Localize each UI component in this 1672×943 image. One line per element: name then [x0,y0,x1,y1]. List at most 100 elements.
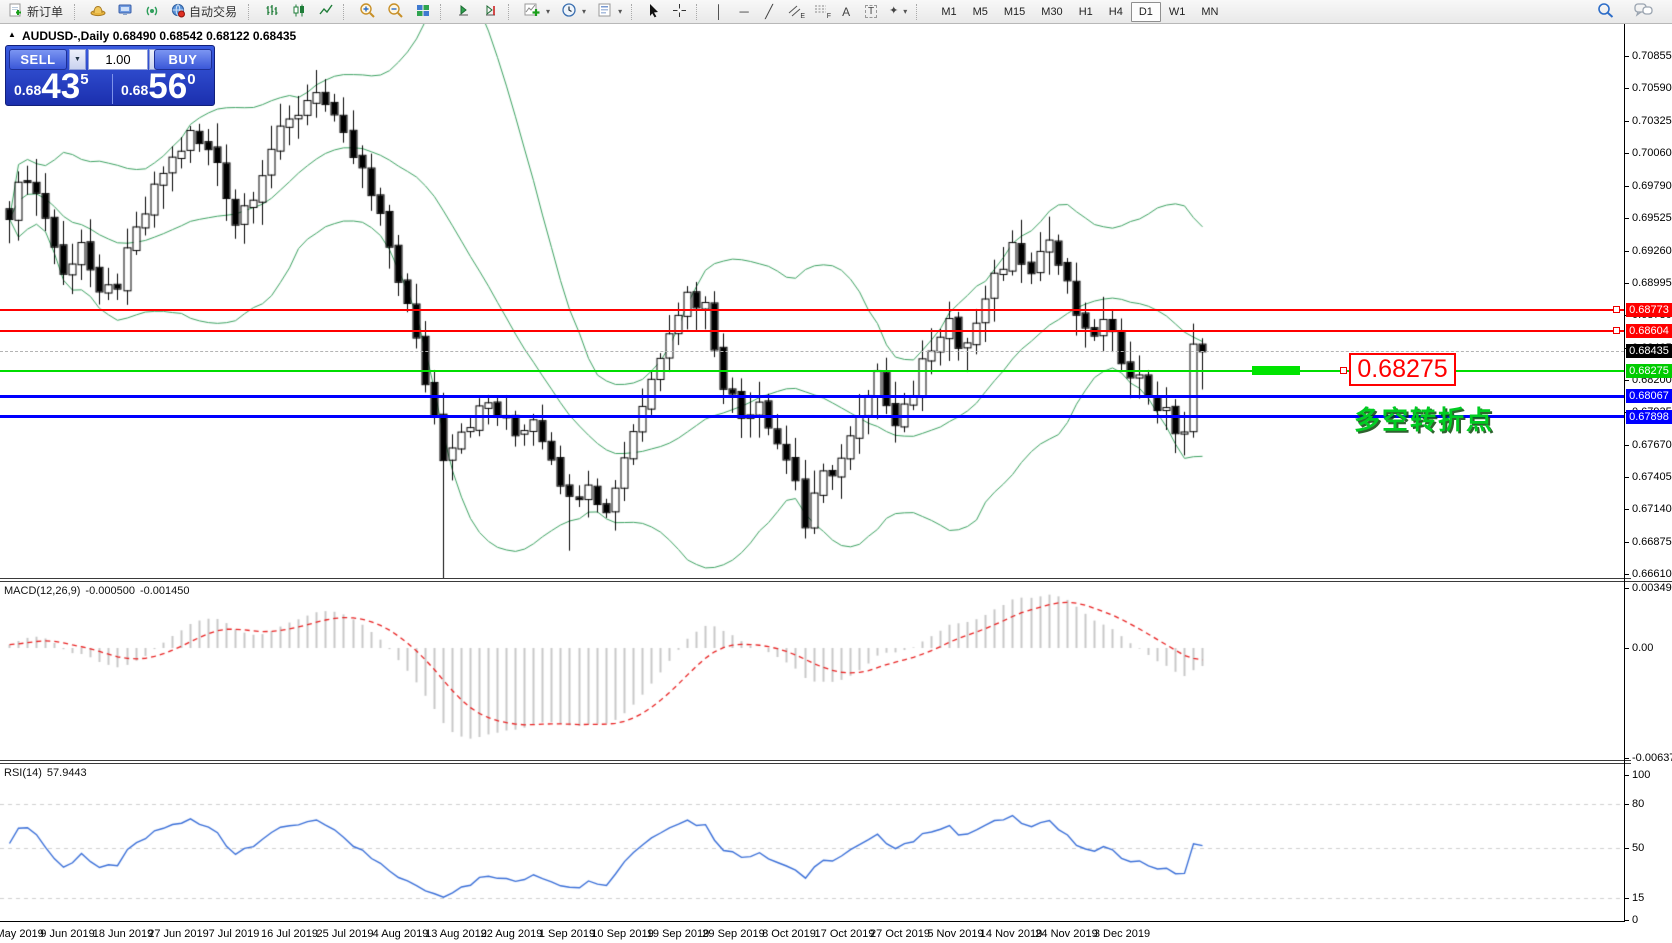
date-label: 9 Jun 2019 [40,928,94,940]
tab-period-M15[interactable]: M15 [996,2,1033,22]
price-line-0.68604[interactable] [0,330,1624,332]
axis-tick-mark [1624,251,1629,252]
arrows-button[interactable]: ✦ ▾ [884,1,912,22]
panel-divider [112,74,113,104]
tab-period-W1[interactable]: W1 [1161,2,1194,22]
sell-price[interactable]: 0.68435 [14,67,89,103]
price-callout-box[interactable]: 0.68275 [1349,353,1456,386]
axis-tick-mark [1624,758,1629,759]
price-tick: 0.67140 [1631,503,1672,515]
tab-period-H4[interactable]: H4 [1101,2,1131,22]
price-tick: 0.67670 [1631,439,1672,451]
rsi-tick: 50 [1631,842,1645,854]
text-label-button[interactable]: T [859,1,883,22]
macd-canvas[interactable] [0,582,1624,760]
autotrading-label: 自动交易 [189,3,237,20]
axis-tick-mark [1624,542,1629,543]
tab-period-H1[interactable]: H1 [1071,2,1101,22]
search-button[interactable] [1592,1,1619,22]
templates-button[interactable]: ▾ [592,1,627,22]
chart-shift-button[interactable] [478,1,504,22]
candlestick-button[interactable] [286,1,312,22]
crosshair-button[interactable] [667,1,692,22]
macd-tick: 0.00349 [1631,582,1672,594]
equidistant-channel-button[interactable]: E [782,1,807,22]
tile-windows-button[interactable] [410,1,436,22]
auto-scroll-button[interactable] [451,1,477,22]
axis-tick-mark [1624,804,1629,805]
chevron-down-icon: ▾ [546,7,550,16]
date-label: 22 Aug 2019 [481,928,543,940]
date-label: 17 Oct 2019 [815,928,875,940]
thick-line-segment[interactable] [1252,366,1300,375]
price-line-label: 0.68435 [1626,344,1672,358]
tab-period-M5[interactable]: M5 [965,2,996,22]
request-button[interactable] [85,1,111,22]
autotrading-icon [170,3,186,21]
collapse-panel-icon[interactable]: ▲ [8,30,16,39]
price-chart-canvas[interactable] [0,24,1624,578]
clock-icon [561,2,577,21]
zoom-in-button[interactable] [354,1,381,22]
axis-tick-mark [1624,380,1629,381]
rsi-tick: 80 [1631,798,1645,810]
line-handle[interactable] [1613,306,1620,313]
axis-tick-mark [1624,848,1629,849]
horizontal-line-button[interactable]: ─ [732,1,756,22]
indicators-button[interactable]: ▾ [519,1,555,22]
fibonacci-letter: F [827,13,831,20]
autotrading-button[interactable]: 自动交易 [166,1,244,22]
bar-chart-button[interactable] [259,1,285,22]
terminal-button[interactable] [112,1,138,22]
trendline-button[interactable]: ╱ [757,1,781,22]
signals-button[interactable] [139,1,165,22]
tab-period-MN[interactable]: MN [1193,2,1226,22]
new-order-button[interactable]: 新订单 [4,1,70,22]
template-icon [597,2,613,21]
date-label: 3 Dec 2019 [1094,928,1150,940]
date-label: 16 Jul 2019 [261,928,318,940]
price-line-label: 0.68773 [1626,303,1672,317]
vertical-line-button[interactable]: │ [707,1,731,22]
buy-price-sup: 0 [187,71,195,103]
axis-tick-mark [1624,775,1629,776]
buy-price-main: 56 [148,70,187,103]
toolbar: 新订单 自动交易 [0,0,1672,24]
line-handle[interactable] [1340,367,1347,374]
sell-price-main: 43 [41,70,80,103]
price-line-label: 0.68275 [1626,364,1672,378]
date-label: 7 Jul 2019 [209,928,260,940]
bar-chart-icon [264,3,280,21]
timeframe-group: M1M5M15M30H1H4D1W1MN [933,2,1226,22]
date-label: 8 Oct 2019 [762,928,816,940]
tab-period-D1[interactable]: D1 [1131,2,1161,22]
rsi-canvas[interactable] [0,764,1624,921]
periods-button[interactable]: ▾ [556,1,591,22]
cursor-button[interactable] [642,1,666,22]
zoom-out-icon [387,2,404,21]
axis-tick-mark [1624,218,1629,219]
axis-tick-mark [1624,648,1629,649]
macd-tick: -0.00637 [1631,752,1672,764]
date-label: 13 Aug 2019 [425,928,487,940]
tab-period-M30[interactable]: M30 [1033,2,1070,22]
toolbar-grip [343,4,350,20]
line-handle[interactable] [1613,327,1620,334]
price-line-0.68067[interactable] [0,395,1624,398]
fibonacci-button[interactable]: F [808,1,833,22]
buy-price[interactable]: 0.68560 [121,67,196,103]
price-tick: 0.70590 [1631,82,1672,94]
line-chart-button[interactable] [313,1,339,22]
text-button[interactable]: A [834,1,858,22]
macd-name: MACD(12,26,9) [4,585,80,597]
sell-label: SELL [20,52,55,67]
chat-button[interactable] [1629,1,1658,22]
chinese-annotation[interactable]: 多空转折点 [1354,400,1494,437]
price-line-0.68773[interactable] [0,309,1624,311]
zoom-out-button[interactable] [382,1,409,22]
candlestick-icon [291,3,307,21]
tab-period-M1[interactable]: M1 [933,2,964,22]
price-line-0.68435[interactable] [0,351,1624,352]
toolbar-grip [916,4,923,20]
axis-tick-mark [1624,574,1629,575]
